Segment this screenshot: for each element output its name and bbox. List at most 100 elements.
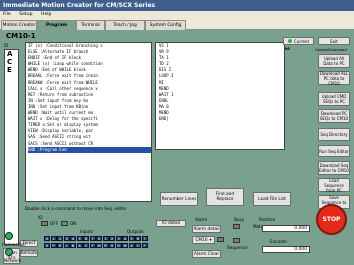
tab-system-config[interactable]: System Config (145, 20, 186, 30)
io-detail-button[interactable]: IO detail (156, 220, 186, 227)
busy-label: Busy (234, 217, 245, 222)
find-replace-button[interactable]: Find and Replace (206, 188, 244, 206)
tab-program-editor[interactable]: Program Editor (37, 20, 76, 37)
renumber-lines-button[interactable]: Renumber Lines (160, 192, 198, 206)
chevron-down-icon: ▾ (209, 237, 212, 243)
id-item[interactable]: C (7, 58, 18, 66)
io-bit-cell: C (135, 243, 141, 248)
encoder-label: Encoder (270, 239, 288, 244)
load-sequence-button[interactable]: Load Sequence from PC (318, 178, 350, 193)
io-bit-cell: F (89, 243, 96, 248)
current-button[interactable]: Current (283, 37, 314, 45)
cm10-select-label: CM10 (195, 237, 208, 243)
load-file-list-button[interactable]: Load File List (253, 192, 291, 206)
current-label: Current (293, 38, 310, 44)
io-bit-cell: 7 (89, 236, 96, 241)
io-on-label: ON (70, 221, 77, 226)
network-label: Network (4, 258, 22, 263)
io-label: IO (38, 215, 43, 220)
remote-button[interactable]: Remote (20, 250, 38, 257)
online-reference-hint: Double click a command to move into Seq.… (25, 206, 127, 211)
io-off-label: OFF (50, 221, 59, 226)
id-list[interactable]: A C E (4, 49, 19, 245)
connection-indicator-icon (5, 232, 13, 240)
menu-setup[interactable]: Setup (19, 12, 32, 17)
io-bit-cell: 7 (141, 236, 148, 241)
busy-lamp (233, 224, 240, 229)
exit-button[interactable]: Exit (318, 37, 350, 45)
io-bit-cell: 4 (70, 236, 76, 241)
stop-button[interactable]: STOP (316, 204, 347, 235)
io-bit-cell: 0 (96, 236, 102, 241)
io-bit-cell: F (141, 243, 148, 248)
alarm-detail-button[interactable]: Alarm detail (192, 225, 221, 233)
io-bit-cell: 1 (50, 236, 57, 241)
io-bit-cell: H (57, 243, 63, 248)
status-panel: IO OFF ON Inputs Outputs Direct Remote 0… (20, 215, 354, 265)
id-label: ID (4, 43, 9, 48)
io-bit-cell: 3 (63, 236, 70, 241)
tab-bar: Motion Creator Program Editor Terminal T… (0, 19, 354, 37)
io-bit-cell: 1 (102, 236, 109, 241)
io-bit-cell: 6 (135, 236, 141, 241)
current-indicator-icon (287, 39, 292, 43)
io-bit-cell: R (102, 243, 109, 248)
alarm-clear-button[interactable]: Alarm Clear (192, 250, 221, 258)
connection-label: Connection (2, 242, 26, 247)
tab-terminal[interactable]: Terminal (76, 20, 105, 30)
io-bit-cell: 5 (128, 236, 135, 241)
io-bit-cell: 3 (115, 236, 122, 241)
network-indicator-icon (5, 248, 13, 256)
upload-download-label: Upload/Download (315, 48, 347, 52)
download-all-button[interactable]: Download ALL PC data to CM10 (318, 71, 350, 86)
cm10-select-button[interactable]: CM10 ▾ (192, 236, 215, 244)
io-bit-cell: A (128, 243, 135, 248)
alarm-lamp (217, 237, 224, 242)
io-bit-cell: D (115, 243, 122, 248)
id-item[interactable]: E (7, 66, 18, 74)
id-item[interactable]: A (7, 50, 18, 58)
alarm-label: Alarm (195, 217, 208, 222)
inputs-label: Inputs (80, 229, 94, 234)
io-on-lamp (61, 221, 68, 226)
io-bit-cell: 4 (122, 236, 128, 241)
download-pc-seqs-button[interactable]: Download PC SEQs to CM10 (318, 109, 350, 123)
device-title: CM10-1 (6, 32, 36, 40)
download-seq-editor-button[interactable]: Download Seq Editor to CM10 (318, 161, 350, 175)
online-reference-list[interactable]: IF (x) :Conditional branching s ELSE :Alt… (25, 42, 152, 202)
outputs-label: Outputs (127, 229, 144, 234)
io-off-lamp (41, 221, 48, 226)
motor-position-field: 0.000 (262, 225, 310, 232)
tab-motion-creator[interactable]: Motion Creator (1, 20, 37, 30)
io-bit-cell: 5 (76, 236, 83, 241)
io-bit-cell: N (70, 243, 76, 248)
tab-teach-jog[interactable]: Teach / Jog (105, 20, 145, 30)
sequence-editor-text[interactable]: VS 1 VR 9 TA 1 TD 2 DIS 2 LOOP 3 MI MEND WAIT 1E… (155, 42, 285, 150)
menu-file[interactable]: File (3, 12, 11, 17)
io-bit-cell: 2 (109, 236, 115, 241)
io-bit-cell: A (76, 243, 83, 248)
io-bit-cell: P (50, 243, 57, 248)
io-bit-cell: L (63, 243, 70, 248)
reference-item[interactable]: END :Program End (28, 146, 151, 153)
position-label: Position (259, 217, 276, 222)
run-seq-editor-button[interactable]: Run Seq Editor (318, 145, 350, 157)
sequence-line: END| (159, 116, 169, 122)
io-bit-cell: M (96, 243, 102, 248)
io-bit-cell: 2 (57, 236, 63, 241)
window-title: Immediate Motion Creator for CM/SCX Seri… (0, 0, 354, 11)
menu-help[interactable]: Help (41, 12, 51, 17)
io-bit-cell: W (122, 243, 128, 248)
io-bit-cell: H (109, 243, 115, 248)
io-bit-cell: 0 (44, 236, 50, 241)
sequence-lamp (233, 238, 240, 243)
menu-bar: File Setup Help (0, 11, 354, 19)
io-bit-cell: 6 (83, 236, 89, 241)
upload-cmd-seqs-button[interactable]: Upload CMD SEQs to PC (318, 92, 350, 106)
io-bit-cell: C (83, 243, 89, 248)
io-bit-cell: S (44, 243, 50, 248)
sequence-label: Sequence (227, 245, 248, 250)
upload-all-button[interactable]: Upload All Data to PC (318, 54, 350, 68)
encoder-position-field: 0.000 (262, 246, 310, 253)
seq-directory-button[interactable]: Seq Directory (318, 128, 350, 141)
